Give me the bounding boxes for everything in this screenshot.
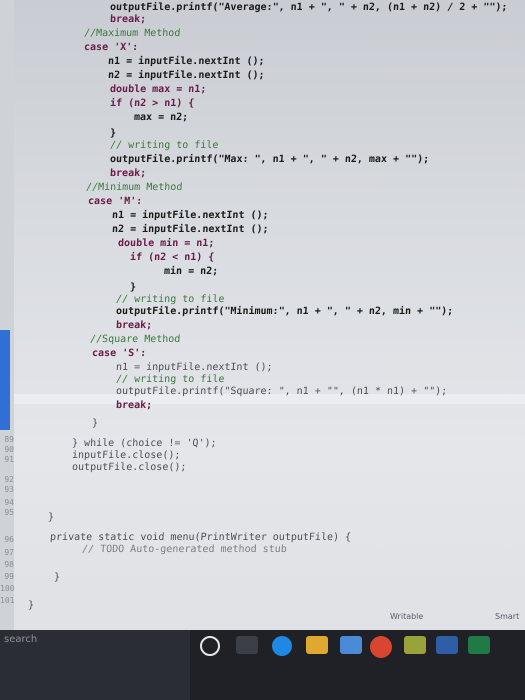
code-line: double max = n1; bbox=[109, 84, 207, 95]
code-line: } bbox=[27, 600, 35, 611]
search-placeholder: search bbox=[4, 634, 38, 645]
status-writable: Writable bbox=[390, 612, 424, 621]
code-line: max = n2; bbox=[133, 112, 189, 123]
code-comment: // writing to file bbox=[115, 294, 225, 305]
code-line: n2 = inputFile.nextInt (); bbox=[111, 224, 269, 235]
cortana-icon[interactable] bbox=[200, 636, 220, 656]
code-area[interactable]: outputFile.printf("Average:", n1 + ", " … bbox=[0, 0, 525, 640]
code-line: outputFile.printf("Minimum:", n1 + ", " … bbox=[115, 306, 454, 317]
app-icon[interactable] bbox=[404, 636, 426, 654]
edge-browser-icon[interactable] bbox=[272, 636, 292, 656]
code-comment: //Minimum Method bbox=[85, 182, 183, 193]
code-comment: // writing to file bbox=[115, 374, 225, 385]
editor-screen: 89 90 91 92 93 94 95 96 97 98 99 100 101… bbox=[0, 0, 525, 640]
code-line: outputFile.printf("Average:", n1 + ", " … bbox=[109, 2, 508, 13]
code-line: break; bbox=[109, 168, 147, 179]
word-icon[interactable] bbox=[436, 636, 458, 654]
status-insert-mode: Smart bbox=[495, 612, 520, 621]
code-line: private static void menu(PrintWriter out… bbox=[49, 532, 352, 543]
code-line: case 'X': bbox=[83, 42, 139, 53]
code-line: inputFile.close(); bbox=[71, 450, 181, 461]
taskbar-search-box[interactable]: search bbox=[0, 630, 190, 700]
code-line: } bbox=[109, 128, 117, 139]
code-line: case 'S': bbox=[91, 348, 147, 359]
code-line: n2 = inputFile.nextInt (); bbox=[107, 70, 265, 81]
code-comment: //Maximum Method bbox=[83, 28, 181, 39]
code-line: } bbox=[91, 418, 99, 429]
code-comment: // TODO Auto-generated method stub bbox=[81, 544, 288, 555]
status-bar: Writable Smart bbox=[0, 612, 525, 630]
code-line: case 'M': bbox=[87, 196, 143, 207]
taskbar: search bbox=[0, 630, 525, 700]
code-line: } bbox=[47, 512, 55, 523]
code-line: } bbox=[129, 282, 137, 293]
code-line: } while (choice != 'Q'); bbox=[71, 438, 217, 449]
code-line: break; bbox=[115, 320, 153, 331]
code-line: n1 = inputFile.nextInt (); bbox=[107, 56, 265, 67]
task-view-icon[interactable] bbox=[236, 636, 258, 654]
code-comment: // writing to file bbox=[109, 140, 219, 151]
code-line: } bbox=[53, 572, 61, 583]
file-explorer-icon[interactable] bbox=[306, 636, 328, 654]
code-line: break; bbox=[115, 400, 153, 411]
code-line: break; bbox=[109, 14, 147, 25]
code-line: outputFile.close(); bbox=[71, 462, 187, 473]
code-line: outputFile.printf("Max: ", n1 + ", " + n… bbox=[109, 154, 430, 165]
code-line: if (n2 < n1) { bbox=[129, 252, 215, 263]
code-line: outputFile.printf("Square: ", n1 + "", (… bbox=[115, 386, 448, 397]
excel-icon[interactable] bbox=[468, 636, 490, 654]
code-line: n1 = inputFile.nextInt (); bbox=[115, 362, 273, 373]
code-line: if (n2 > n1) { bbox=[109, 98, 195, 109]
store-icon[interactable] bbox=[340, 636, 362, 654]
code-line: double min = n1; bbox=[117, 238, 215, 249]
chrome-icon[interactable] bbox=[370, 636, 392, 658]
code-comment: //Square Method bbox=[89, 334, 181, 345]
code-line: min = n2; bbox=[163, 266, 219, 277]
code-line: n1 = inputFile.nextInt (); bbox=[111, 210, 269, 221]
